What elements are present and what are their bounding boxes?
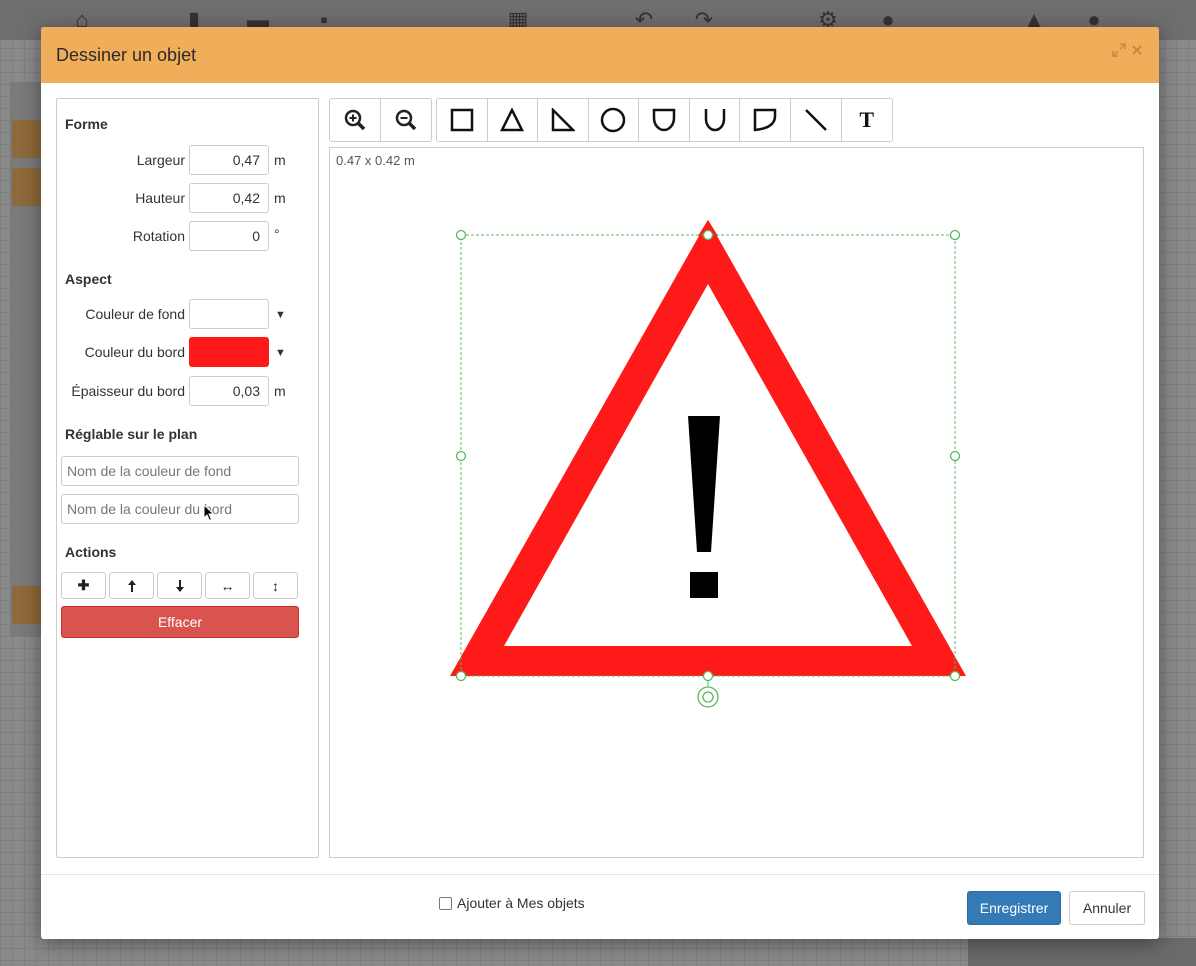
save-button[interactable]: Enregistrer (967, 891, 1061, 925)
section-aspect-title: Aspect (65, 271, 112, 287)
resize-handle-left[interactable] (455, 450, 467, 462)
dialog-title: Dessiner un objet (56, 45, 197, 65)
zoom-in-button[interactable] (330, 99, 381, 141)
add-to-my-objects-checkbox[interactable] (439, 896, 452, 910)
resize-handle-top-left[interactable] (455, 229, 467, 241)
right-triangle-icon (551, 108, 575, 132)
move-up-button[interactable] (109, 572, 154, 599)
triangle-tool[interactable] (488, 99, 539, 141)
shield-tool[interactable] (639, 99, 690, 141)
right-triangle-tool[interactable] (538, 99, 589, 141)
couleur-fond-label: Couleur de fond (85, 306, 185, 322)
rotate-handle[interactable] (697, 681, 719, 708)
epaisseur-input[interactable] (189, 376, 269, 406)
rotation-label: Rotation (132, 228, 185, 244)
border-color-name-input[interactable] (61, 494, 299, 524)
arrow-down-icon (175, 579, 184, 592)
add-icon: ✚ (77, 577, 90, 593)
u-shape-tool[interactable] (690, 99, 741, 141)
text-icon: T (859, 107, 875, 132)
zoom-out-button[interactable] (381, 99, 432, 141)
resize-handle-bottom-right[interactable] (949, 670, 961, 682)
resize-handle-top[interactable] (702, 229, 714, 241)
resize-handle-bottom[interactable] (702, 670, 714, 682)
largeur-unit: m (274, 152, 286, 168)
shield-icon (652, 108, 676, 132)
u-shape-icon (704, 109, 725, 132)
resize-handle-bottom-left[interactable] (455, 670, 467, 682)
rotation-input[interactable] (189, 221, 269, 251)
epaisseur-unit: m (274, 383, 286, 399)
hauteur-input[interactable] (189, 183, 269, 213)
arrow-up-icon (127, 579, 136, 592)
zoom-toolbar (329, 98, 432, 142)
add-button[interactable]: ✚ (61, 572, 106, 599)
canvas-svg (450, 220, 966, 708)
background-tab (12, 120, 44, 158)
hauteur-label: Hauteur (135, 190, 185, 206)
background-tab (12, 586, 44, 624)
circle-icon (601, 107, 626, 133)
text-tool[interactable]: T (842, 99, 893, 141)
arrows-horizontal-icon: ↔ (220, 577, 235, 594)
dialog-header: Dessiner un objet (41, 27, 1159, 83)
resize-handle-top-right[interactable] (949, 229, 961, 241)
effacer-button[interactable]: Effacer (61, 606, 299, 638)
line-tool[interactable] (791, 99, 842, 141)
add-to-my-objects-option[interactable]: Ajouter à Mes objets (439, 895, 585, 911)
fill-color-name-input[interactable] (61, 456, 299, 486)
background-sidebar (10, 82, 44, 637)
fill-color-swatch[interactable] (189, 299, 269, 329)
largeur-input[interactable] (189, 145, 269, 175)
section-forme-title: Forme (65, 116, 108, 132)
properties-panel: Forme Largeur m Hauteur m Rotation ° Asp… (56, 98, 319, 858)
square-tool[interactable] (437, 99, 488, 141)
largeur-label: Largeur (136, 152, 185, 168)
d-shape-tool[interactable] (740, 99, 791, 141)
border-color-caret-icon[interactable]: ▼ (275, 347, 286, 359)
background-scale-bar (968, 938, 1196, 966)
zoom-out-icon (395, 109, 416, 131)
section-actions-title: Actions (65, 544, 117, 560)
flip-vertical-button[interactable]: ↕ (253, 572, 298, 599)
square-icon (450, 108, 474, 132)
resize-handle-right[interactable] (949, 450, 961, 462)
move-down-button[interactable] (157, 572, 202, 599)
triangle-icon (500, 108, 525, 132)
drawing-canvas[interactable]: 0.47 x 0.42 m (329, 147, 1144, 858)
section-reglable-title: Réglable sur le plan (65, 426, 198, 442)
rotation-unit: ° (274, 226, 280, 242)
cancel-button[interactable]: Annuler (1069, 891, 1145, 925)
flip-horizontal-button[interactable]: ↔ (205, 572, 250, 599)
fill-color-caret-icon[interactable]: ▼ (275, 309, 286, 321)
background-tab (12, 168, 44, 206)
arrows-vertical-icon: ↕ (272, 577, 279, 594)
dialog-footer: Ajouter à Mes objets Enregistrer Annuler (41, 874, 1159, 939)
expand-icon[interactable] (1112, 43, 1126, 62)
couleur-bord-label: Couleur du bord (84, 344, 185, 360)
mouse-cursor-icon (203, 504, 215, 522)
border-color-swatch[interactable] (189, 337, 269, 367)
shape-toolbar: T (436, 98, 893, 142)
circle-tool[interactable] (589, 99, 640, 141)
zoom-in-icon (344, 109, 365, 131)
hauteur-unit: m (274, 190, 286, 206)
add-to-my-objects-label: Ajouter à Mes objets (457, 895, 585, 911)
draw-object-dialog: Dessiner un objet Forme Largeur m Hauteu… (41, 27, 1159, 939)
close-icon[interactable] (1131, 43, 1143, 62)
d-shape-icon (753, 108, 777, 132)
epaisseur-label: Épaisseur du bord (71, 383, 185, 399)
line-icon (804, 109, 827, 131)
